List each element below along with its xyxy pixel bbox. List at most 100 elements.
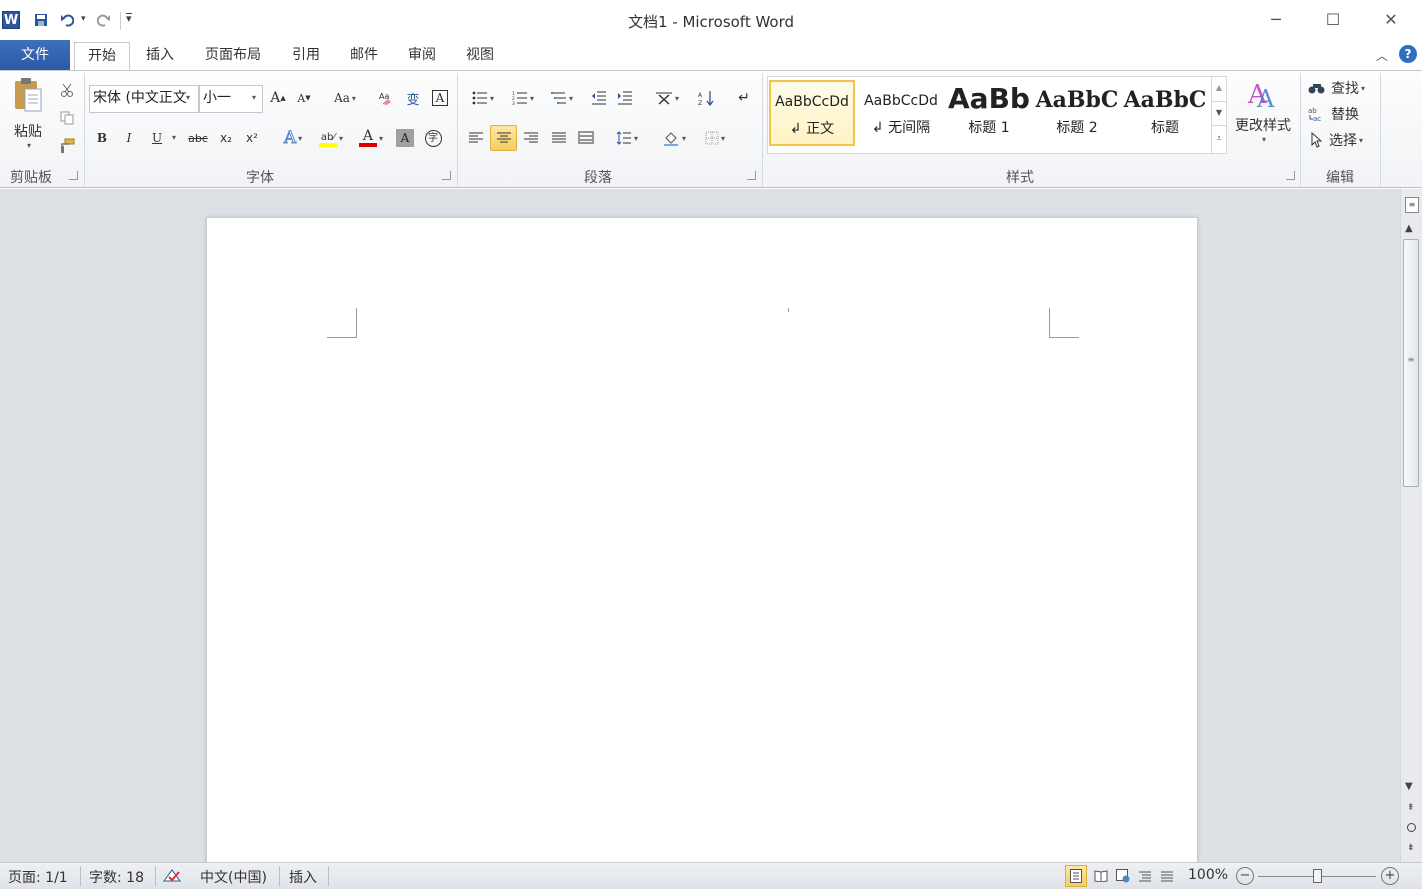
find-label: 查找	[1331, 81, 1359, 97]
clear-formatting-icon[interactable]: Aa	[376, 87, 396, 109]
underline-dropdown-icon[interactable]: ▾	[172, 133, 176, 142]
line-spacing-icon[interactable]: ▾	[610, 127, 644, 149]
style-no-spacing-name: ↲ 无间隔	[871, 120, 931, 136]
shading-icon[interactable]: ▾	[656, 127, 692, 149]
style-heading-2[interactable]: AaBbC 标题 2	[1034, 81, 1120, 147]
font-dialog-launcher[interactable]	[442, 171, 451, 180]
proofing-icon[interactable]	[162, 866, 184, 886]
select-button[interactable]: 选择 ▾	[1308, 129, 1363, 151]
change-styles-button[interactable]: AA 更改样式 ▾	[1230, 77, 1296, 161]
styles-more-icon[interactable]: ⩡	[1211, 125, 1226, 153]
status-page-count[interactable]: 页面: 1/1	[8, 867, 68, 887]
multilevel-list-icon[interactable]: ▾	[545, 87, 579, 109]
align-right-icon[interactable]	[519, 127, 543, 149]
copy-icon[interactable]	[58, 109, 76, 127]
underline-button[interactable]: U	[146, 127, 168, 149]
format-painter-icon[interactable]	[58, 137, 76, 155]
paragraph-dialog-launcher[interactable]	[747, 171, 756, 180]
font-name-combobox[interactable]: 宋体 (中文正文	[89, 85, 199, 113]
superscript-button[interactable]: x²	[242, 127, 262, 149]
font-size-dropdown-icon[interactable]: ▾	[252, 93, 256, 102]
document-page[interactable]	[206, 217, 1198, 862]
cut-icon[interactable]	[58, 81, 76, 99]
style-normal[interactable]: AaBbCcDd ↲ 正文	[769, 80, 855, 146]
scrollbar-thumb[interactable]: ≡	[1403, 239, 1419, 487]
select-browse-object-icon[interactable]	[1407, 823, 1416, 832]
file-tab[interactable]: 文件	[0, 40, 70, 70]
styles-dialog-launcher[interactable]	[1286, 171, 1295, 180]
text-highlight-icon[interactable]: ab⁄ ▾	[313, 125, 349, 151]
close-button[interactable]: ✕	[1378, 8, 1404, 30]
ruler-toggle-icon[interactable]: ≡	[1405, 197, 1419, 213]
styles-scroll-down-icon[interactable]: ▼	[1211, 101, 1226, 125]
tab-review[interactable]: 审阅	[398, 42, 446, 70]
zoom-level[interactable]: 100%	[1188, 867, 1228, 883]
subscript-button[interactable]: x₂	[216, 127, 236, 149]
clipboard-dialog-launcher[interactable]	[69, 171, 78, 180]
shrink-font-button[interactable]: A ▼	[294, 87, 314, 109]
increase-indent-icon[interactable]	[614, 87, 636, 109]
numbering-icon[interactable]: 1 2 3 ▾	[506, 87, 540, 109]
tab-mailings[interactable]: 邮件	[340, 42, 388, 70]
tab-home[interactable]: 开始	[74, 42, 130, 70]
font-name-dropdown-icon[interactable]: ▾	[186, 93, 191, 102]
window-title: 文档1 - Microsoft Word	[627, 13, 795, 31]
style-heading-1[interactable]: AaBb 标题 1	[946, 81, 1032, 147]
style-no-spacing[interactable]: AaBbCcDd ↲ 无间隔	[858, 81, 944, 147]
minimize-ribbon-icon[interactable]: ︿	[1376, 47, 1388, 64]
text-effects-icon[interactable]: A ▾	[278, 127, 308, 149]
align-center-icon[interactable]	[490, 125, 517, 151]
web-layout-icon[interactable]	[1112, 865, 1134, 887]
scroll-up-arrow[interactable]: ▲	[1405, 223, 1413, 234]
status-insert-mode[interactable]: 插入	[289, 867, 317, 887]
grow-font-button[interactable]: A ▲	[268, 87, 288, 109]
previous-page-icon[interactable]: ⇞	[1407, 803, 1415, 813]
decrease-indent-icon[interactable]	[588, 87, 610, 109]
enclose-characters-icon[interactable]: 字	[422, 127, 444, 149]
ribbon-tab-bar: 开始 插入 页面布局 引用 邮件 审阅 视图 ︿ ?	[0, 40, 1422, 70]
status-language[interactable]: 中文(中国)	[200, 867, 267, 887]
distributed-icon[interactable]	[574, 127, 598, 149]
bold-button[interactable]: B	[92, 127, 112, 149]
character-shading-icon[interactable]: A	[396, 129, 414, 147]
draft-view-icon[interactable]	[1156, 865, 1178, 887]
paste-button[interactable]: 粘贴 ▾	[6, 77, 50, 161]
print-layout-view-icon[interactable]	[1065, 865, 1087, 887]
margin-corner-top-left	[327, 308, 357, 338]
tab-view[interactable]: 视图	[456, 42, 504, 70]
tab-references[interactable]: 引用	[282, 42, 330, 70]
status-word-count[interactable]: 字数: 18	[89, 867, 144, 887]
outline-view-icon[interactable]	[1134, 865, 1156, 887]
show-formatting-marks-icon[interactable]: ↵	[734, 87, 754, 109]
change-case-button[interactable]: Aa ▾	[330, 87, 360, 109]
zoom-slider-thumb[interactable]	[1313, 869, 1322, 883]
scroll-down-arrow[interactable]: ▼	[1405, 781, 1413, 792]
borders-icon[interactable]: ▾	[698, 127, 732, 149]
minimize-button[interactable]: ─	[1263, 8, 1289, 30]
character-border-icon[interactable]: A	[430, 87, 450, 109]
vertical-scrollbar[interactable]: ≡ ▲ ≡ ▼ ⇞ ⇟	[1400, 189, 1422, 862]
align-left-icon[interactable]	[464, 127, 488, 149]
replace-button[interactable]: ab ac 替换	[1308, 103, 1359, 125]
help-icon[interactable]: ?	[1399, 45, 1417, 63]
strikethrough-button[interactable]: abc	[186, 127, 210, 149]
style-title[interactable]: AaBbC 标题	[1122, 81, 1208, 147]
justify-icon[interactable]	[547, 127, 571, 149]
styles-scroll-up-icon[interactable]: ▲	[1211, 77, 1226, 101]
next-page-icon[interactable]: ⇟	[1407, 843, 1415, 853]
chinese-layout-icon[interactable]: ▾	[650, 87, 684, 109]
tab-page-layout[interactable]: 页面布局	[196, 42, 270, 70]
zoom-in-icon[interactable]: +	[1381, 867, 1399, 885]
full-screen-reading-icon[interactable]	[1090, 865, 1112, 887]
zoom-out-icon[interactable]: −	[1236, 867, 1254, 885]
paste-dropdown-icon: ▾	[26, 141, 31, 150]
font-color-icon[interactable]: A ▾	[353, 125, 389, 151]
phonetic-guide-icon[interactable]: 变	[403, 87, 423, 109]
find-button[interactable]: 查找 ▾	[1308, 77, 1365, 99]
bullets-icon[interactable]: ▾	[466, 87, 500, 109]
tab-insert[interactable]: 插入	[136, 42, 184, 70]
italic-button[interactable]: I	[119, 127, 139, 149]
replace-label: 替换	[1331, 107, 1359, 123]
maximize-button[interactable]: ☐	[1320, 8, 1346, 30]
sort-icon[interactable]: AZ	[694, 87, 718, 109]
